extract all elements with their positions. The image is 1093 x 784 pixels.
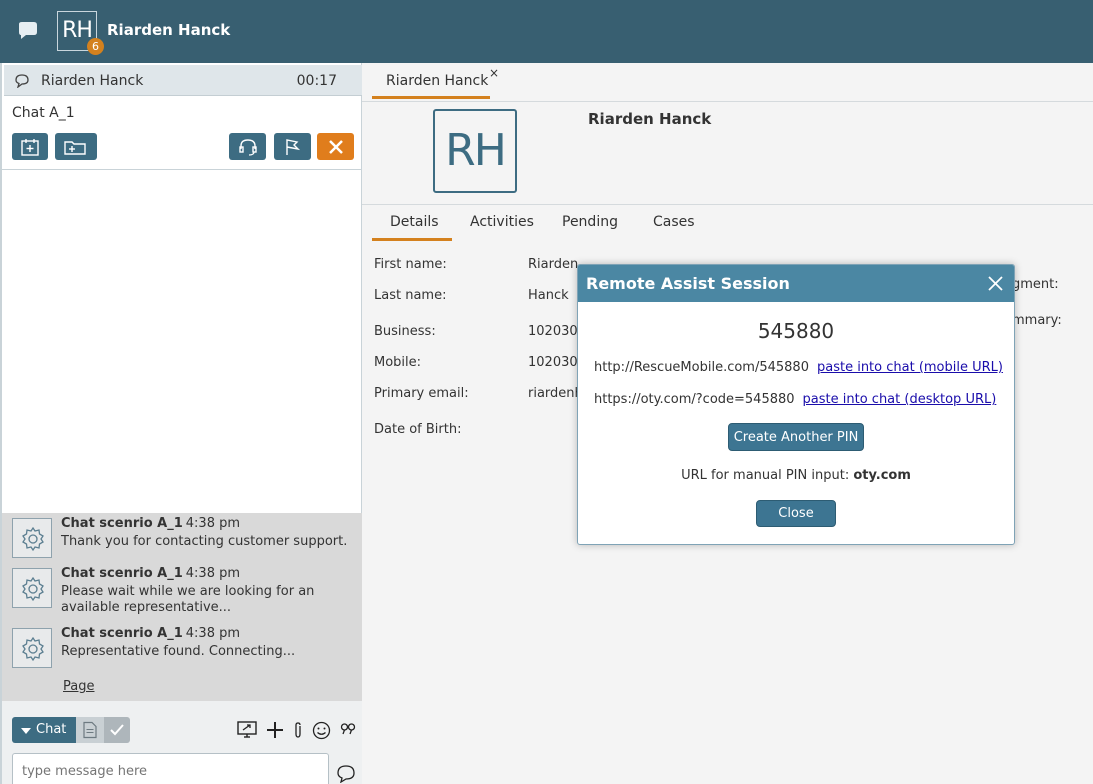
document-icon [83,721,97,739]
segment-label: gment: [1012,277,1059,292]
email-label: Primary email: [374,386,469,401]
divider [362,101,1093,102]
business-label: Business: [374,324,436,339]
flag-icon [285,138,300,155]
session-name[interactable]: Riarden Hanck [107,21,230,39]
end-chat-button[interactable] [317,133,354,160]
message-time: 4:38 pm [185,626,241,641]
headset-icon [238,138,257,156]
tab-riarden-hanck[interactable]: Riarden Hanck × [372,66,499,99]
chat-timer: 00:17 [296,73,337,89]
caret-down-icon [21,728,31,734]
system-avatar [12,568,52,608]
active-tab-indicator [372,238,452,241]
page-link[interactable]: Page [63,679,94,694]
mobile-label: Mobile: [374,355,422,370]
last-name-label: Last name: [374,288,447,303]
summary-label: mmary: [1012,313,1062,328]
tab-cases[interactable]: Cases [653,214,695,230]
screen-share-icon[interactable] [237,721,257,739]
system-avatar [12,628,52,668]
desktop-url-row: https://oty.com/?code=545880 paste into c… [594,392,996,407]
message-sender: Chat scenrio A_1 [61,516,183,531]
chat-bubble-icon[interactable] [16,20,40,42]
message-time: 4:38 pm [185,566,241,581]
manual-pin-info: URL for manual PIN input: oty.com [578,468,1014,483]
desktop-url: https://oty.com/?code=545880 [594,392,795,407]
email-value: riardenh [528,386,583,401]
session-pin: 545880 [757,319,835,343]
dialog-title: Remote Assist Session [586,274,790,293]
chat-mode-dropdown[interactable]: Chat [12,717,76,743]
tab-activities[interactable]: Activities [470,214,534,230]
message-time: 4:38 pm [185,516,241,531]
confirm-button[interactable] [104,717,130,743]
chat-contact-name: Riarden Hanck [41,73,144,89]
last-name-value: Hanck [528,288,569,303]
chat-header: Riarden Hanck 00:17 [4,65,362,96]
chat-icon [14,73,30,89]
manual-pin-url: oty.com [853,468,911,483]
calendar-add-icon [21,138,39,156]
message-text: Representative found. Connecting... [61,644,296,659]
plus-icon[interactable] [266,721,284,739]
close-icon[interactable] [988,276,1003,291]
first-name-value: Riarden [528,257,579,272]
notification-badge: 6 [87,38,104,55]
emoji-icon[interactable] [312,721,331,740]
folder-add-icon [64,140,86,155]
gear-icon [22,526,44,552]
schedule-button[interactable] [12,133,48,160]
headset-button[interactable] [229,133,266,160]
gear-icon [22,636,44,662]
remote-assist-dialog: Remote Assist Session 545880 http://Resc… [577,264,1015,545]
add-folder-button[interactable] [55,133,97,160]
create-another-pin-button[interactable]: Create Another PIN [728,423,864,451]
compose-area: Chat [2,701,362,784]
divider [2,169,362,170]
mobile-url: http://RescueMobile.com/545880 [594,360,809,375]
dialog-header: Remote Assist Session [578,265,1014,302]
tab-details[interactable]: Details [390,214,439,230]
chat-panel: Riarden Hanck 00:17 Chat A_1 Chat scenri… [0,63,362,784]
chat-subtitle: Chat A_1 [12,105,75,121]
gear-icon [22,576,44,602]
tab-close-icon[interactable]: × [489,66,499,80]
contact-avatar: RH [433,109,517,193]
quote-icon[interactable] [340,721,356,737]
message-list: Chat scenrio A_1 4:38 pm Thank you for co… [2,513,362,701]
tab-pending[interactable]: Pending [562,214,618,230]
mobile-url-row: http://RescueMobile.com/545880 paste into… [594,360,1003,375]
close-button[interactable]: Close [756,500,836,527]
dob-label: Date of Birth: [374,422,462,437]
paste-desktop-url-link[interactable]: paste into chat (desktop URL) [803,392,997,407]
manual-pin-label: URL for manual PIN input: [681,468,850,483]
system-avatar [12,518,52,558]
close-icon [328,139,343,154]
first-name-label: First name: [374,257,447,272]
tab-label: Riarden Hanck [386,73,489,89]
attachment-icon[interactable] [292,721,304,739]
message-sender: Chat scenrio A_1 [61,566,183,581]
send-chat-icon[interactable] [336,764,356,783]
message-text: Please wait while we are looking for an … [61,584,315,615]
document-button[interactable] [76,717,104,743]
divider [362,204,1093,205]
message-input[interactable] [12,753,329,784]
contact-name: Riarden Hanck [588,110,712,128]
top-bar: RH 6 Riarden Hanck [0,0,1093,63]
message-sender: Chat scenrio A_1 [61,626,183,641]
flag-button[interactable] [274,133,311,160]
paste-mobile-url-link[interactable]: paste into chat (mobile URL) [817,360,1003,375]
chat-mode-label: Chat [36,722,67,737]
message-text: Thank you for contacting customer suppor… [61,534,348,549]
check-icon [110,724,124,736]
